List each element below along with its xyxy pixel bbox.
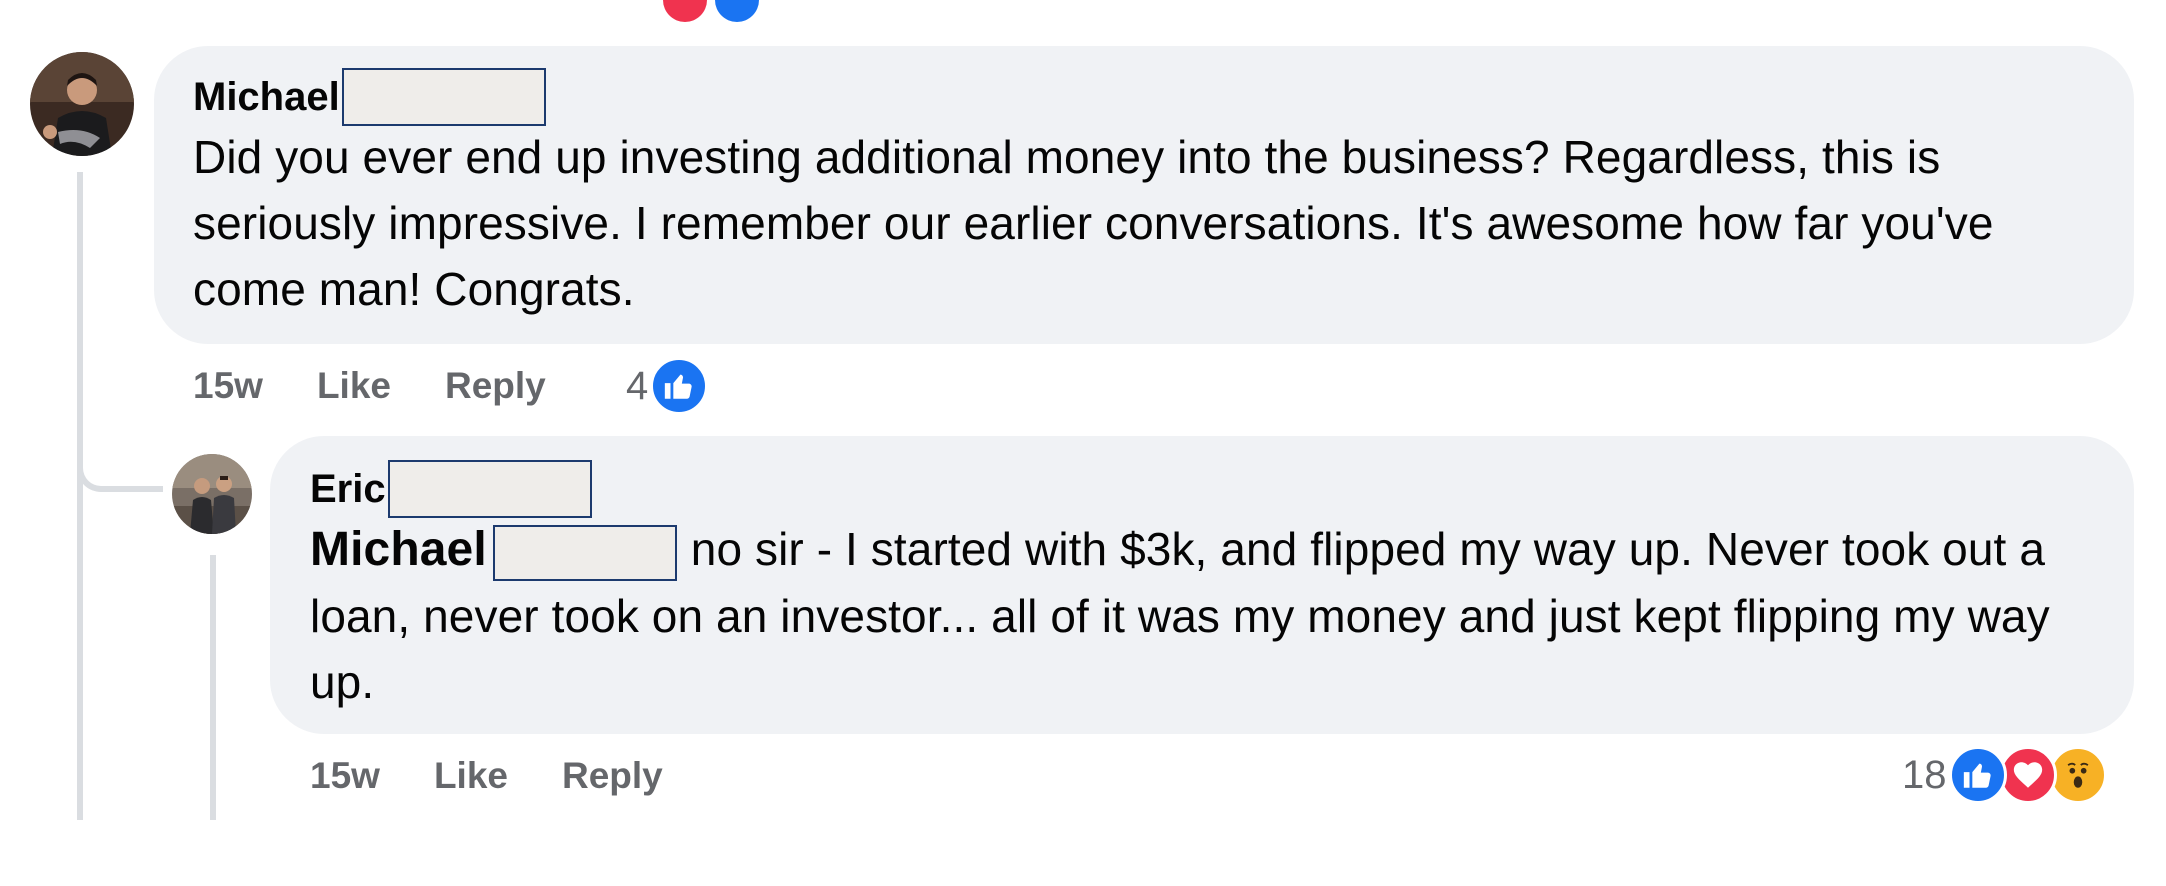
redacted-surname xyxy=(492,524,677,581)
comment-timestamp[interactable]: 15w xyxy=(310,755,380,797)
like-button[interactable]: Like xyxy=(317,365,391,407)
avatar[interactable] xyxy=(30,52,134,156)
previous-comment-reactions xyxy=(663,0,773,22)
comment-actions: 15w Like Reply xyxy=(310,752,663,800)
comment-author-row: Michael xyxy=(193,68,546,126)
comment-timestamp[interactable]: 15w xyxy=(193,365,263,407)
love-icon xyxy=(663,0,707,22)
like-icon xyxy=(715,0,759,22)
author-name[interactable]: Eric xyxy=(310,466,386,512)
mention-link[interactable]: Michael xyxy=(310,523,487,576)
reaction-summary[interactable]: 4 xyxy=(626,355,709,417)
comment-text: Did you ever end up investing additional… xyxy=(193,131,1994,315)
michael-avatar-icon xyxy=(30,52,134,156)
reply-button[interactable]: Reply xyxy=(562,755,663,797)
comment-text: Michael no sir - I started with $3k, and … xyxy=(310,516,2110,715)
reply-button[interactable]: Reply xyxy=(445,365,546,407)
comment-author-row: Eric xyxy=(310,460,592,518)
redacted-surname xyxy=(387,460,592,518)
eric-avatar-icon xyxy=(172,454,252,534)
reaction-summary[interactable]: 18 xyxy=(1902,744,2107,806)
redacted-surname xyxy=(341,68,546,126)
like-icon xyxy=(1948,746,2007,804)
reply-thread-line xyxy=(210,555,216,820)
reaction-count: 18 xyxy=(1902,752,1947,797)
thread-connector xyxy=(77,440,163,492)
comment-actions: 15w Like Reply xyxy=(193,362,546,410)
like-button[interactable]: Like xyxy=(434,755,508,797)
avatar[interactable] xyxy=(172,454,252,534)
comment-thread: Michael Did you ever end up investing ad… xyxy=(0,0,2166,886)
like-icon xyxy=(650,357,709,415)
reaction-count: 4 xyxy=(626,363,649,408)
wow-icon xyxy=(2048,746,2107,804)
love-icon xyxy=(1998,746,2057,804)
author-name[interactable]: Michael xyxy=(193,74,340,120)
thread-line xyxy=(77,172,83,820)
